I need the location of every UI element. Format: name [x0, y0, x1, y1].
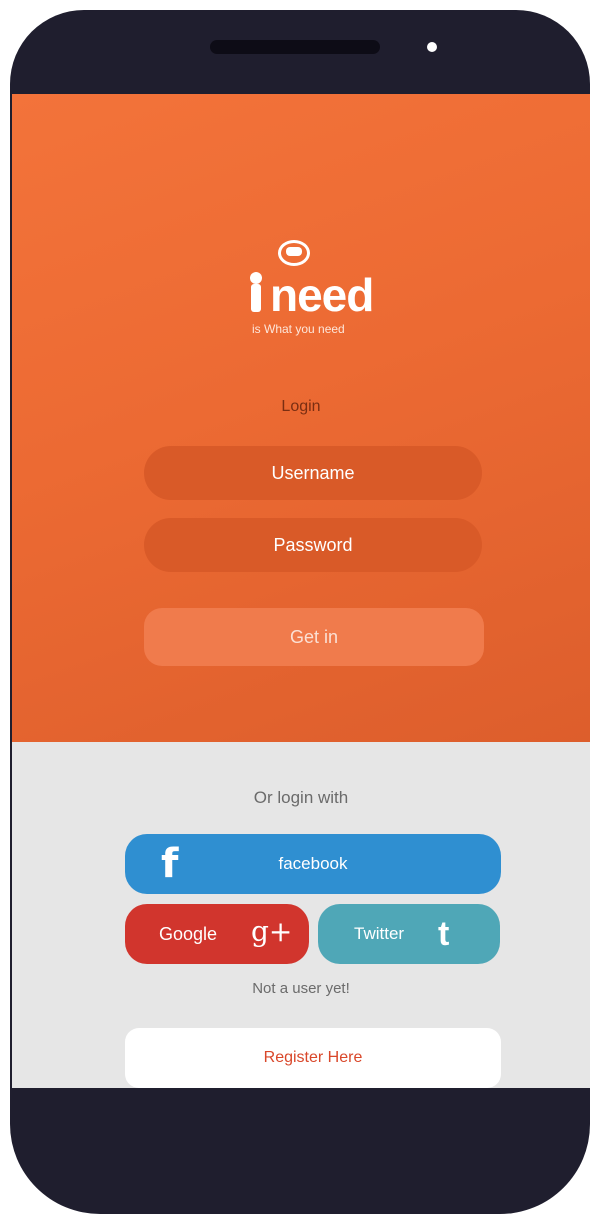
login-panel: need is What you need Login Username Pas… — [12, 94, 590, 742]
phone-frame: need is What you need Login Username Pas… — [10, 10, 590, 1214]
google-plus-icon: g+ — [251, 915, 293, 948]
facebook-login-button[interactable]: f facebook — [125, 834, 501, 894]
username-input[interactable]: Username — [144, 446, 482, 500]
google-label: Google — [159, 924, 218, 944]
twitter-label: Twitter — [354, 924, 405, 943]
app-logo: need — [248, 234, 398, 334]
google-login-button[interactable]: Google g+ — [125, 904, 309, 964]
person-icon — [250, 272, 262, 284]
twitter-login-button[interactable]: Twitter t — [318, 904, 500, 964]
logo-wordmark: need — [270, 269, 374, 321]
register-prompt: Not a user yet! — [252, 980, 350, 997]
register-button[interactable]: Register Here — [125, 1028, 501, 1088]
twitter-icon: t — [438, 915, 450, 953]
get-in-button[interactable]: Get in — [144, 608, 484, 666]
tagline: is What you need — [252, 322, 345, 336]
front-camera — [427, 42, 437, 52]
login-title: Login — [281, 398, 321, 415]
social-login-heading: Or login with — [253, 788, 349, 807]
app-screen: need is What you need Login Username Pas… — [12, 94, 590, 1088]
social-login-panel: Or login with f facebook Google g+ Twitt… — [12, 742, 590, 1088]
speaker-grille — [210, 40, 380, 54]
facebook-label: facebook — [278, 854, 348, 873]
password-input[interactable]: Password — [144, 518, 482, 572]
